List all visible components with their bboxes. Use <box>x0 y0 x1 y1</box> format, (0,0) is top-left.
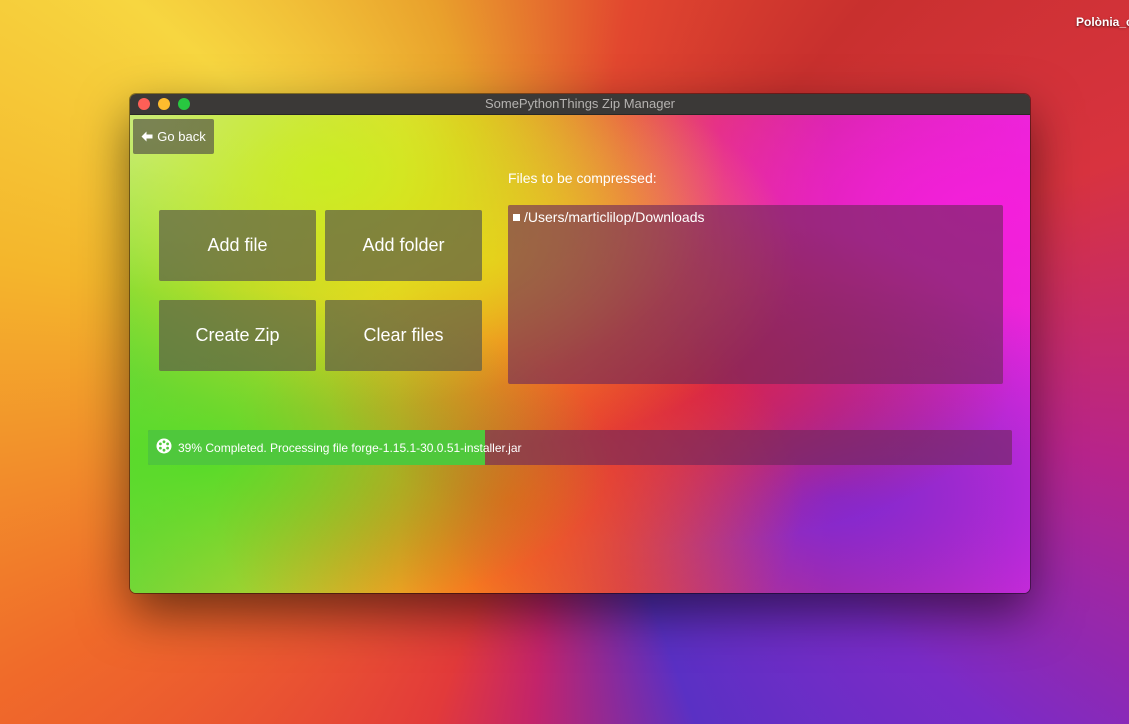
folder-bullet-icon <box>513 213 520 221</box>
app-window: SomePythonThings Zip Manager Go back Add… <box>130 94 1030 593</box>
go-back-label: Go back <box>157 129 206 144</box>
list-item[interactable]: /Users/marticlilop/Downloads <box>513 209 705 225</box>
go-back-button[interactable]: Go back <box>133 119 214 154</box>
main-content: Go back Add file Add folder Create Zip C… <box>130 115 1030 593</box>
add-folder-button[interactable]: Add folder <box>325 210 482 281</box>
desktop-background: Polònia_c SomePythonThings Zip Manager G… <box>0 0 1129 724</box>
desktop-file-label[interactable]: Polònia_c <box>1076 15 1129 29</box>
progress-bar: 39% Completed. Processing file forge-1.1… <box>148 430 1012 465</box>
title-bar[interactable]: SomePythonThings Zip Manager <box>130 94 1030 115</box>
progress-status-text: 39% Completed. Processing file forge-1.1… <box>178 440 522 455</box>
list-item-path: /Users/marticlilop/Downloads <box>524 209 705 225</box>
create-zip-button[interactable]: Create Zip <box>159 300 316 371</box>
add-file-button[interactable]: Add file <box>159 210 316 281</box>
clear-files-button[interactable]: Clear files <box>325 300 482 371</box>
window-title: SomePythonThings Zip Manager <box>484 96 676 111</box>
files-list[interactable]: /Users/marticlilop/Downloads <box>508 205 1003 384</box>
spinner-icon <box>156 438 172 457</box>
arrow-left-icon <box>141 131 153 142</box>
files-list-label: Files to be compressed: <box>508 170 657 186</box>
